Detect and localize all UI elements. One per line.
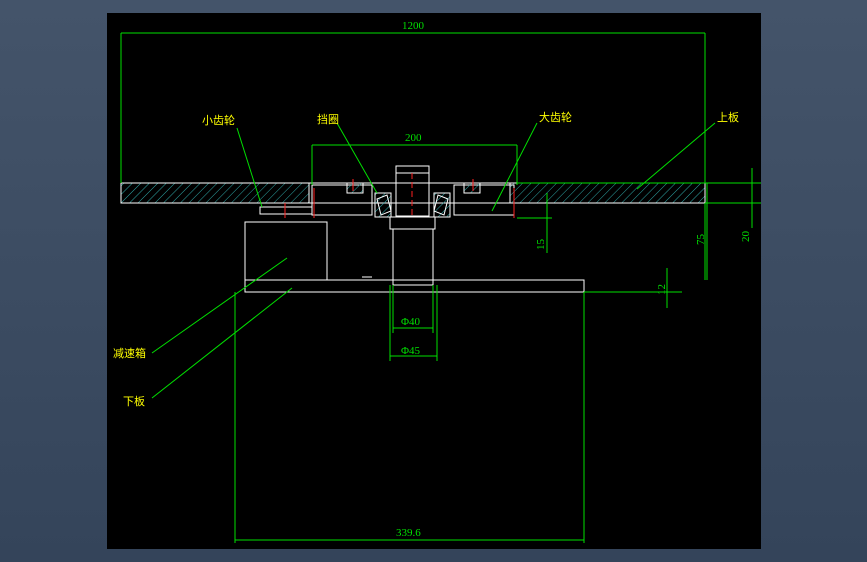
label-large-gear: 大齿轮 <box>539 110 572 124</box>
dim-200: 200 <box>405 132 422 144</box>
dim-phi45: Φ45 <box>401 345 421 357</box>
part-labels: 小齿轮 挡圈 大齿轮 上板 减速箱 下板 <box>113 110 739 408</box>
label-small-gear: 小齿轮 <box>202 113 235 127</box>
large-gear <box>311 179 515 218</box>
dim-20: 20 <box>740 231 752 243</box>
label-reducer: 减速箱 <box>113 346 146 360</box>
dim-1200: 1200 <box>402 20 425 32</box>
dim-phi40: Φ40 <box>401 316 421 328</box>
dim-75: 75 <box>695 234 707 246</box>
dim-15: 15 <box>535 239 547 251</box>
lower-plate <box>244 279 585 293</box>
small-gear <box>259 203 313 218</box>
dim-12: 12 <box>656 284 668 295</box>
label-upper-plate: 上板 <box>717 110 739 124</box>
shaft <box>389 165 436 286</box>
upper-plate <box>120 182 706 204</box>
dim-339-6: 339.6 <box>396 527 421 539</box>
cad-drawing: 1200 200 15 75 20 12 Φ40 Φ45 339.6 小齿轮 挡… <box>113 20 762 543</box>
label-lower-plate: 下板 <box>123 394 145 408</box>
label-retaining-ring: 挡圈 <box>317 112 339 126</box>
reducer <box>244 221 372 281</box>
cad-viewport[interactable]: 1200 200 15 75 20 12 Φ40 Φ45 339.6 小齿轮 挡… <box>107 13 762 549</box>
